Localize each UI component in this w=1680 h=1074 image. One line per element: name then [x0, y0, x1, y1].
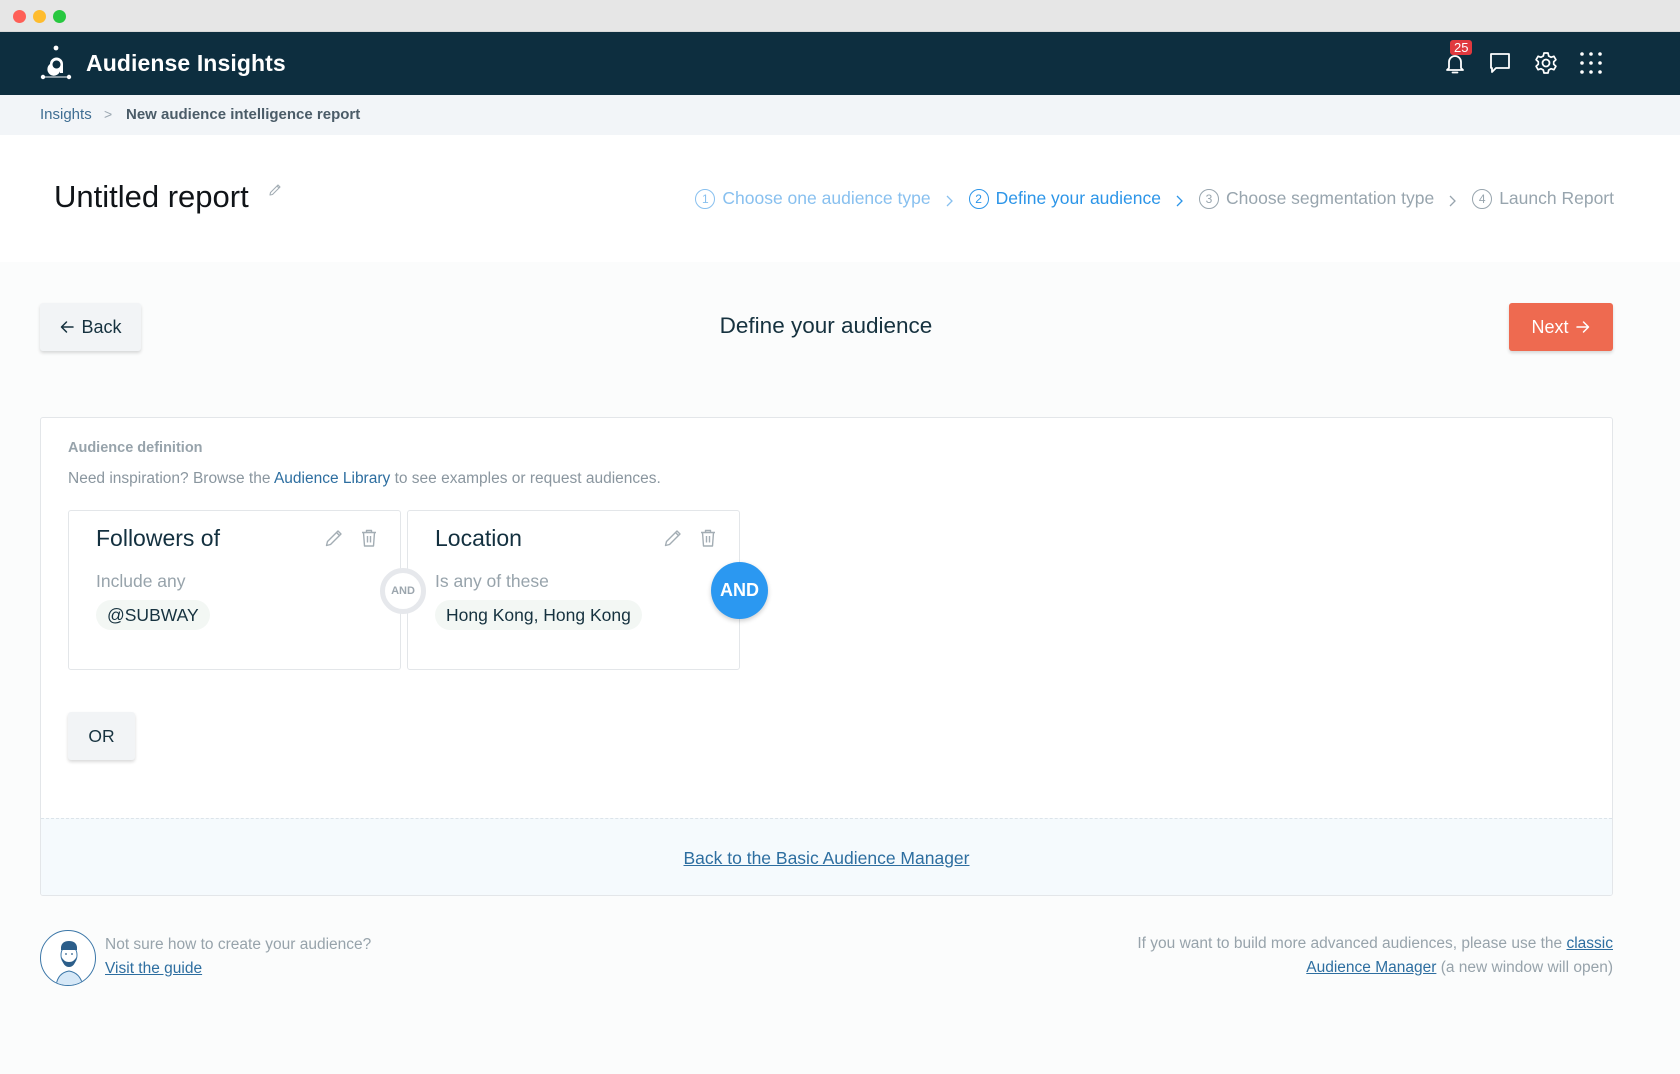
- gear-icon[interactable]: [1532, 49, 1560, 77]
- report-title[interactable]: Untitled report: [54, 179, 249, 215]
- step-number: 2: [968, 188, 989, 209]
- apps-grid-icon[interactable]: [1577, 49, 1605, 77]
- guide-avatar-icon: [40, 930, 96, 986]
- chat-icon[interactable]: [1486, 49, 1514, 77]
- minimize-window-button[interactable]: [33, 10, 46, 23]
- inspiration-help-text: Need inspiration? Browse the Audience Li…: [68, 470, 661, 488]
- visit-guide-link[interactable]: Visit the guide: [105, 960, 202, 978]
- step-launch-report[interactable]: 4 Launch Report: [1472, 188, 1614, 209]
- next-button-label: Next: [1531, 316, 1569, 337]
- step-number: 4: [1472, 188, 1493, 209]
- step-number: 1: [695, 188, 716, 209]
- app-title: Audiense Insights: [86, 50, 286, 76]
- advanced-suffix: (a new window will open): [1436, 958, 1613, 976]
- card-footer: Back to the Basic Audience Manager: [41, 818, 1612, 895]
- condition-operator: Include any: [96, 571, 186, 591]
- help-suffix: to see examples or request audiences.: [390, 470, 661, 487]
- chevron-right-icon: [1448, 192, 1458, 206]
- close-window-button[interactable]: [13, 10, 26, 23]
- audience-definition-card: Audience definition Need inspiration? Br…: [40, 417, 1613, 896]
- window-titlebar: [0, 0, 1680, 32]
- advanced-audience-note: If you want to build more advanced audie…: [1093, 932, 1613, 979]
- add-or-group-button[interactable]: OR: [68, 712, 135, 760]
- condition-card-location[interactable]: Location Is any of these Hong Kong, Hong…: [407, 510, 740, 670]
- notification-count-badge[interactable]: 25: [1450, 40, 1473, 55]
- arrow-right-icon: [1575, 321, 1589, 333]
- step-label: Choose segmentation type: [1225, 188, 1435, 208]
- condition-card-followers[interactable]: Followers of Include any @SUBWAY: [68, 510, 401, 670]
- step-label: Choose one audience type: [722, 188, 931, 208]
- edit-pencil-icon[interactable]: [323, 527, 345, 549]
- step-label: Define your audience: [995, 188, 1161, 208]
- edit-pencil-icon[interactable]: [662, 527, 684, 549]
- report-header: Untitled report 1 Choose one audience ty…: [0, 135, 1680, 262]
- step-choose-audience-type[interactable]: 1 Choose one audience type: [695, 188, 931, 209]
- page-heading: Define your audience: [719, 313, 933, 338]
- maximize-window-button[interactable]: [53, 10, 66, 23]
- advanced-prefix: If you want to build more advanced audie…: [1137, 935, 1567, 952]
- step-choose-segmentation[interactable]: 3 Choose segmentation type: [1198, 188, 1435, 209]
- top-navbar: Audiense Insights 25: [0, 32, 1680, 95]
- logo-icon[interactable]: [40, 44, 72, 82]
- value-chip[interactable]: @SUBWAY: [96, 600, 210, 630]
- breadcrumb: Insights > New audience intelligence rep…: [0, 95, 1680, 135]
- edit-title-pencil-icon[interactable]: [267, 182, 283, 198]
- condition-title: Followers of: [96, 525, 220, 551]
- next-button[interactable]: Next: [1509, 303, 1613, 351]
- back-to-basic-manager-link[interactable]: Back to the Basic Audience Manager: [683, 848, 969, 869]
- breadcrumb-separator-icon: >: [104, 106, 113, 122]
- trash-icon[interactable]: [697, 527, 719, 549]
- help-prefix: Need inspiration? Browse the: [68, 470, 274, 487]
- and-connector: AND: [380, 568, 426, 614]
- step-define-audience[interactable]: 2 Define your audience: [968, 188, 1161, 209]
- progress-stepper: 1 Choose one audience type 2 Define your…: [695, 188, 1614, 209]
- breadcrumb-current: New audience intelligence report: [126, 106, 361, 123]
- condition-operator: Is any of these: [435, 571, 549, 591]
- guide-question: Not sure how to create your audience?: [105, 936, 372, 953]
- audience-library-link[interactable]: Audience Library: [274, 470, 390, 487]
- audience-definition-label: Audience definition: [68, 440, 203, 456]
- add-and-condition-button[interactable]: AND: [711, 562, 768, 619]
- condition-title: Location: [435, 525, 522, 551]
- step-label: Launch Report: [1499, 188, 1614, 208]
- step-number: 3: [1198, 188, 1219, 209]
- trash-icon[interactable]: [358, 527, 380, 549]
- value-chip[interactable]: Hong Kong, Hong Kong: [435, 600, 642, 630]
- breadcrumb-insights-link[interactable]: Insights: [40, 106, 92, 123]
- chevron-right-icon: [1175, 192, 1185, 206]
- chevron-right-icon: [945, 192, 955, 206]
